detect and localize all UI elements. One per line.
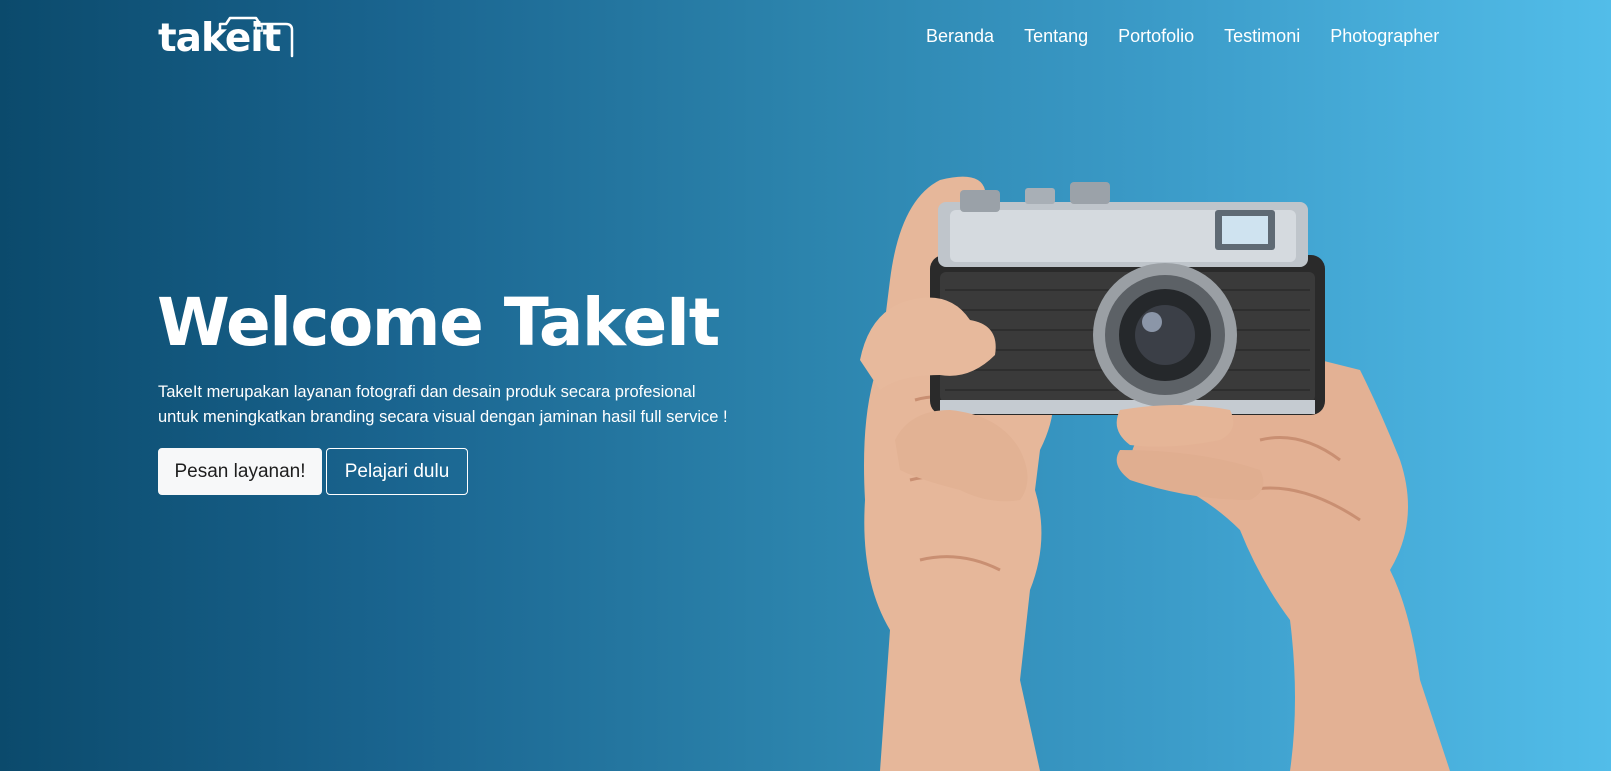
logo-text: takeit: [158, 16, 281, 61]
brand-logo[interactable]: takeit: [158, 14, 294, 62]
nav-item-testimoni[interactable]: Testimoni: [1224, 24, 1300, 48]
order-service-button[interactable]: Pesan layanan!: [158, 448, 322, 495]
top-navbar: takeit Beranda Tentang Portofolio Testim…: [0, 0, 1611, 70]
hero-description: TakeIt merupakan layanan fotografi dan d…: [158, 380, 798, 430]
hero-description-line-1: TakeIt merupakan layanan fotografi dan d…: [158, 383, 696, 401]
hero-description-line-2: untuk meningkatkan branding secara visua…: [158, 408, 728, 426]
main-nav: Beranda Tentang Portofolio Testimoni Pho…: [926, 24, 1439, 48]
nav-item-beranda[interactable]: Beranda: [926, 24, 994, 48]
nav-item-tentang[interactable]: Tentang: [1024, 24, 1088, 48]
hero-title: Welcome TakeIt: [157, 284, 720, 361]
nav-item-portofolio[interactable]: Portofolio: [1118, 24, 1194, 48]
learn-more-button[interactable]: Pelajari dulu: [326, 448, 468, 495]
hands-camera-image: [860, 176, 1450, 771]
nav-item-photographer[interactable]: Photographer: [1330, 24, 1439, 48]
hero-section: takeit Beranda Tentang Portofolio Testim…: [0, 0, 1611, 771]
